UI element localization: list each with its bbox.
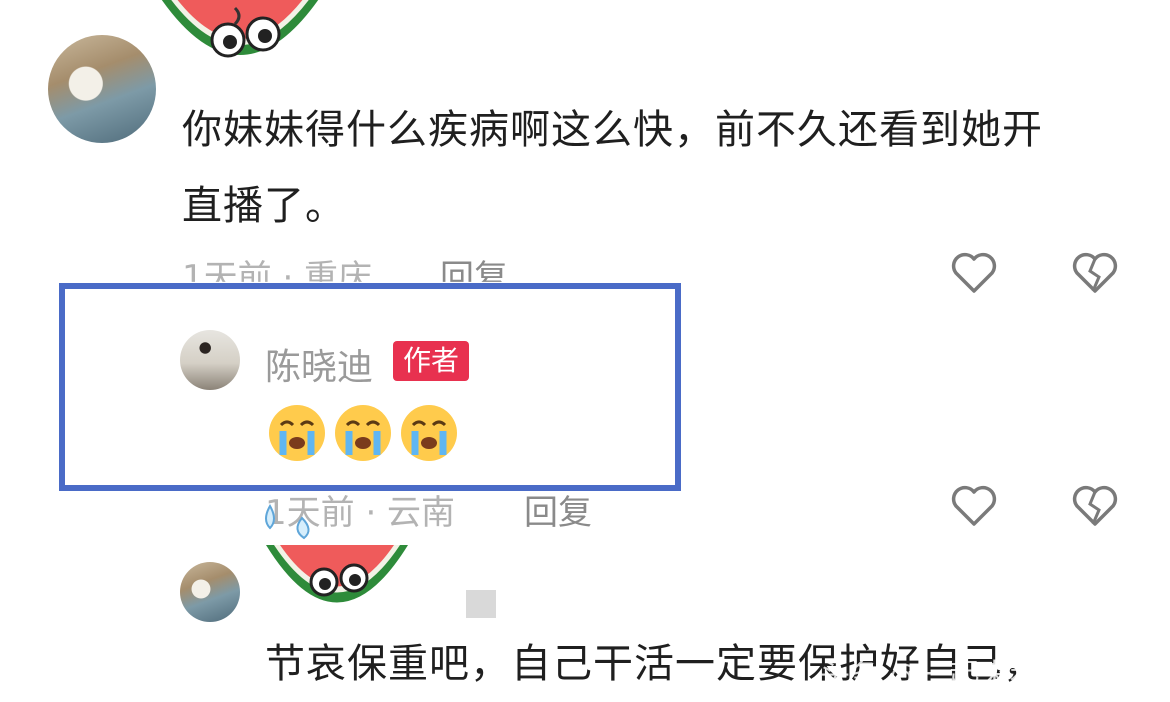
- watermelon-sticker: [262, 500, 412, 610]
- crying-face-icon: [401, 405, 457, 461]
- comment-line: 直播了。: [182, 183, 346, 229]
- avatar[interactable]: [180, 330, 240, 390]
- author-name[interactable]: 陈晓迪: [265, 338, 373, 390]
- emoji-row: [267, 403, 459, 463]
- comment-line: 你妹妹得什么疾病啊这么快，前不久还看到她开: [182, 107, 1043, 153]
- like-heart-icon[interactable]: [946, 245, 1002, 301]
- avatar[interactable]: [48, 35, 156, 143]
- author-badge: 作者: [393, 341, 470, 381]
- dislike-broken-heart-icon[interactable]: [1067, 478, 1123, 534]
- comment-text: 你妹妹得什么疾病啊这么快，前不久还看到她开 直播了。: [182, 92, 1142, 244]
- watermark: 头条 @一起来看: [820, 658, 1040, 693]
- dislike-broken-heart-icon[interactable]: [1067, 245, 1123, 301]
- crying-face-icon: [335, 405, 391, 461]
- like-heart-icon[interactable]: [946, 478, 1002, 534]
- crying-face-icon: [269, 405, 325, 461]
- redacted-username: [466, 590, 496, 618]
- avatar[interactable]: [180, 562, 240, 622]
- watermelon-sticker: [150, 0, 330, 90]
- reply-button[interactable]: 回复: [524, 485, 592, 534]
